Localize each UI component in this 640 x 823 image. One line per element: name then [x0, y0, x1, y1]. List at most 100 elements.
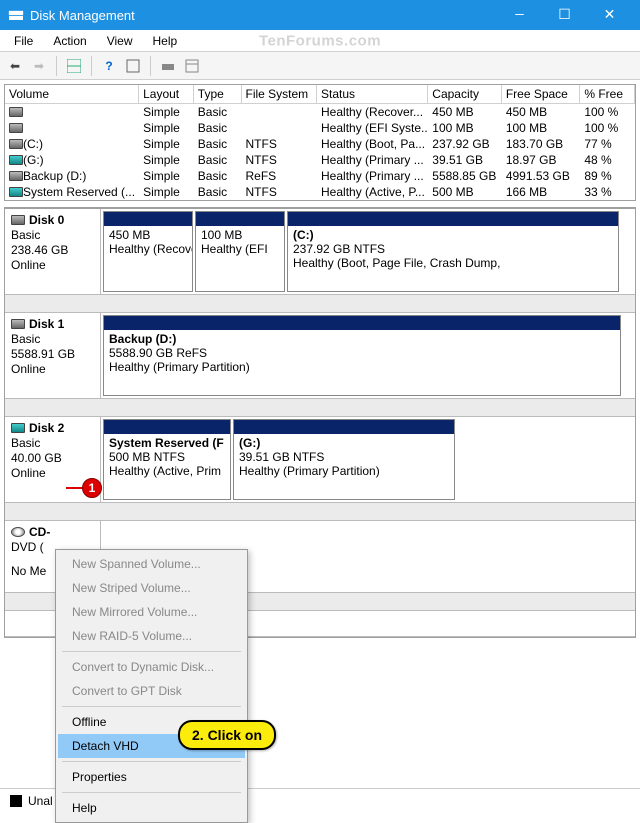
partition-bar	[288, 212, 618, 226]
disk-type: Basic	[11, 228, 94, 242]
forward-button[interactable]: ➡	[28, 55, 50, 77]
settings-icon[interactable]	[181, 55, 203, 77]
volume-capacity: 237.92 GB	[428, 136, 502, 152]
partition[interactable]: 100 MBHealthy (EFI	[195, 211, 285, 292]
disk-info[interactable]: Disk 1Basic5588.91 GBOnline	[5, 313, 101, 398]
volume-row[interactable]: (G:)SimpleBasicNTFSHealthy (Primary ...3…	[5, 152, 635, 168]
col-filesystem[interactable]: File System	[242, 85, 318, 103]
disk-name: Disk 1	[29, 317, 64, 331]
legend-label: Unal	[28, 794, 53, 808]
context-menu-item: New Spanned Volume...	[58, 552, 245, 576]
disk-gap	[5, 295, 635, 313]
volume-layout: Simple	[139, 120, 194, 136]
volume-capacity: 450 MB	[428, 104, 502, 120]
partition-status: Healthy (Active, Prim	[109, 465, 225, 479]
volume-status: Healthy (Boot, Pa...	[317, 136, 428, 152]
volume-fs: NTFS	[242, 184, 318, 200]
disk-state: Online	[11, 466, 94, 480]
volume-free: 183.70 GB	[502, 136, 581, 152]
volume-pct: 77 %	[580, 136, 635, 152]
volume-name: Backup (D:)	[23, 169, 86, 183]
partition[interactable]: 450 MBHealthy (Recover	[103, 211, 193, 292]
menu-action[interactable]: Action	[43, 32, 96, 50]
cd-icon	[11, 527, 25, 537]
disk-gap	[5, 399, 635, 417]
context-menu: New Spanned Volume...New Striped Volume.…	[55, 549, 248, 823]
col-type[interactable]: Type	[194, 85, 242, 103]
partition-status: Healthy (Recover	[109, 243, 187, 257]
partition-bar	[104, 316, 620, 330]
volume-layout: Simple	[139, 136, 194, 152]
partition-title: System Reserved (F	[109, 437, 225, 451]
volume-layout: Simple	[139, 168, 194, 184]
action-icon[interactable]	[157, 55, 179, 77]
partition[interactable]: System Reserved (F500 MB NTFSHealthy (Ac…	[103, 419, 231, 500]
minimize-button[interactable]: —	[497, 0, 542, 30]
volume-capacity: 500 MB	[428, 184, 502, 200]
volume-fs: NTFS	[242, 136, 318, 152]
context-menu-item[interactable]: Properties	[58, 765, 245, 789]
menu-view[interactable]: View	[97, 32, 143, 50]
col-layout[interactable]: Layout	[139, 85, 194, 103]
volume-row[interactable]: (C:)SimpleBasicNTFSHealthy (Boot, Pa...2…	[5, 136, 635, 152]
volume-status: Healthy (Recover...	[317, 104, 428, 120]
disk-row[interactable]: Disk 0Basic238.46 GBOnline450 MBHealthy …	[5, 209, 635, 295]
partition-status: Healthy (EFI	[201, 243, 279, 257]
volume-pct: 33 %	[580, 184, 635, 200]
volume-name: System Reserved (...	[23, 185, 135, 199]
volume-pct: 48 %	[580, 152, 635, 168]
context-menu-separator	[62, 651, 241, 652]
col-status[interactable]: Status	[317, 85, 428, 103]
context-menu-item: Convert to Dynamic Disk...	[58, 655, 245, 679]
volume-icon	[9, 171, 23, 181]
volume-row[interactable]: SimpleBasicHealthy (Recover...450 MB450 …	[5, 104, 635, 120]
disk-state: Online	[11, 362, 94, 376]
col-free[interactable]: Free Space	[502, 85, 581, 103]
menu-help[interactable]: Help	[143, 32, 188, 50]
volume-icon	[9, 187, 23, 197]
disk-row[interactable]: Disk 1Basic5588.91 GBOnlineBackup (D:)55…	[5, 313, 635, 399]
volume-row[interactable]: SimpleBasicHealthy (EFI Syste...100 MB10…	[5, 120, 635, 136]
partition-size: 5588.90 GB ReFS	[109, 347, 615, 361]
volume-icon	[9, 139, 23, 149]
partition-area: 450 MBHealthy (Recover100 MBHealthy (EFI…	[101, 209, 635, 294]
partition-size: 450 MB	[109, 229, 187, 243]
refresh-icon[interactable]	[122, 55, 144, 77]
col-pctfree[interactable]: % Free	[580, 85, 635, 103]
partition[interactable]: (G:)39.51 GB NTFSHealthy (Primary Partit…	[233, 419, 455, 500]
col-volume[interactable]: Volume	[5, 85, 139, 103]
context-menu-item[interactable]: Help	[58, 796, 245, 820]
cd-name: CD-	[29, 525, 50, 539]
volume-pct: 89 %	[580, 168, 635, 184]
volume-icon	[9, 107, 23, 117]
menu-file[interactable]: File	[4, 32, 43, 50]
close-button[interactable]: ✕	[587, 0, 632, 30]
partition-title: (C:)	[293, 229, 613, 243]
disk-info[interactable]: Disk 0Basic238.46 GBOnline	[5, 209, 101, 294]
volume-row[interactable]: System Reserved (...SimpleBasicNTFSHealt…	[5, 184, 635, 200]
menubar: File Action View Help TenForums.com	[0, 30, 640, 52]
maximize-button[interactable]: ☐	[542, 0, 587, 30]
partition-size: 237.92 GB NTFS	[293, 243, 613, 257]
volume-fs	[242, 104, 318, 120]
toolbar: ⬅ ➡ ?	[0, 52, 640, 80]
col-capacity[interactable]: Capacity	[428, 85, 502, 103]
disk-icon	[11, 319, 25, 329]
volume-row[interactable]: Backup (D:)SimpleBasicReFSHealthy (Prima…	[5, 168, 635, 184]
volume-status: Healthy (EFI Syste...	[317, 120, 428, 136]
volume-free: 18.97 GB	[502, 152, 581, 168]
volume-capacity: 39.51 GB	[428, 152, 502, 168]
volume-type: Basic	[194, 184, 242, 200]
partition-status: Healthy (Boot, Page File, Crash Dump,	[293, 257, 613, 271]
disk-type: Basic	[11, 436, 94, 450]
partition[interactable]: (C:)237.92 GB NTFSHealthy (Boot, Page Fi…	[287, 211, 619, 292]
volume-layout: Simple	[139, 104, 194, 120]
view-panels-icon[interactable]	[63, 55, 85, 77]
back-button[interactable]: ⬅	[4, 55, 26, 77]
partition-area: System Reserved (F500 MB NTFSHealthy (Ac…	[101, 417, 635, 502]
volume-capacity: 100 MB	[428, 120, 502, 136]
help-icon[interactable]: ?	[98, 55, 120, 77]
partition[interactable]: Backup (D:)5588.90 GB ReFSHealthy (Prima…	[103, 315, 621, 396]
app-icon	[8, 7, 24, 23]
disk-type: Basic	[11, 332, 94, 346]
